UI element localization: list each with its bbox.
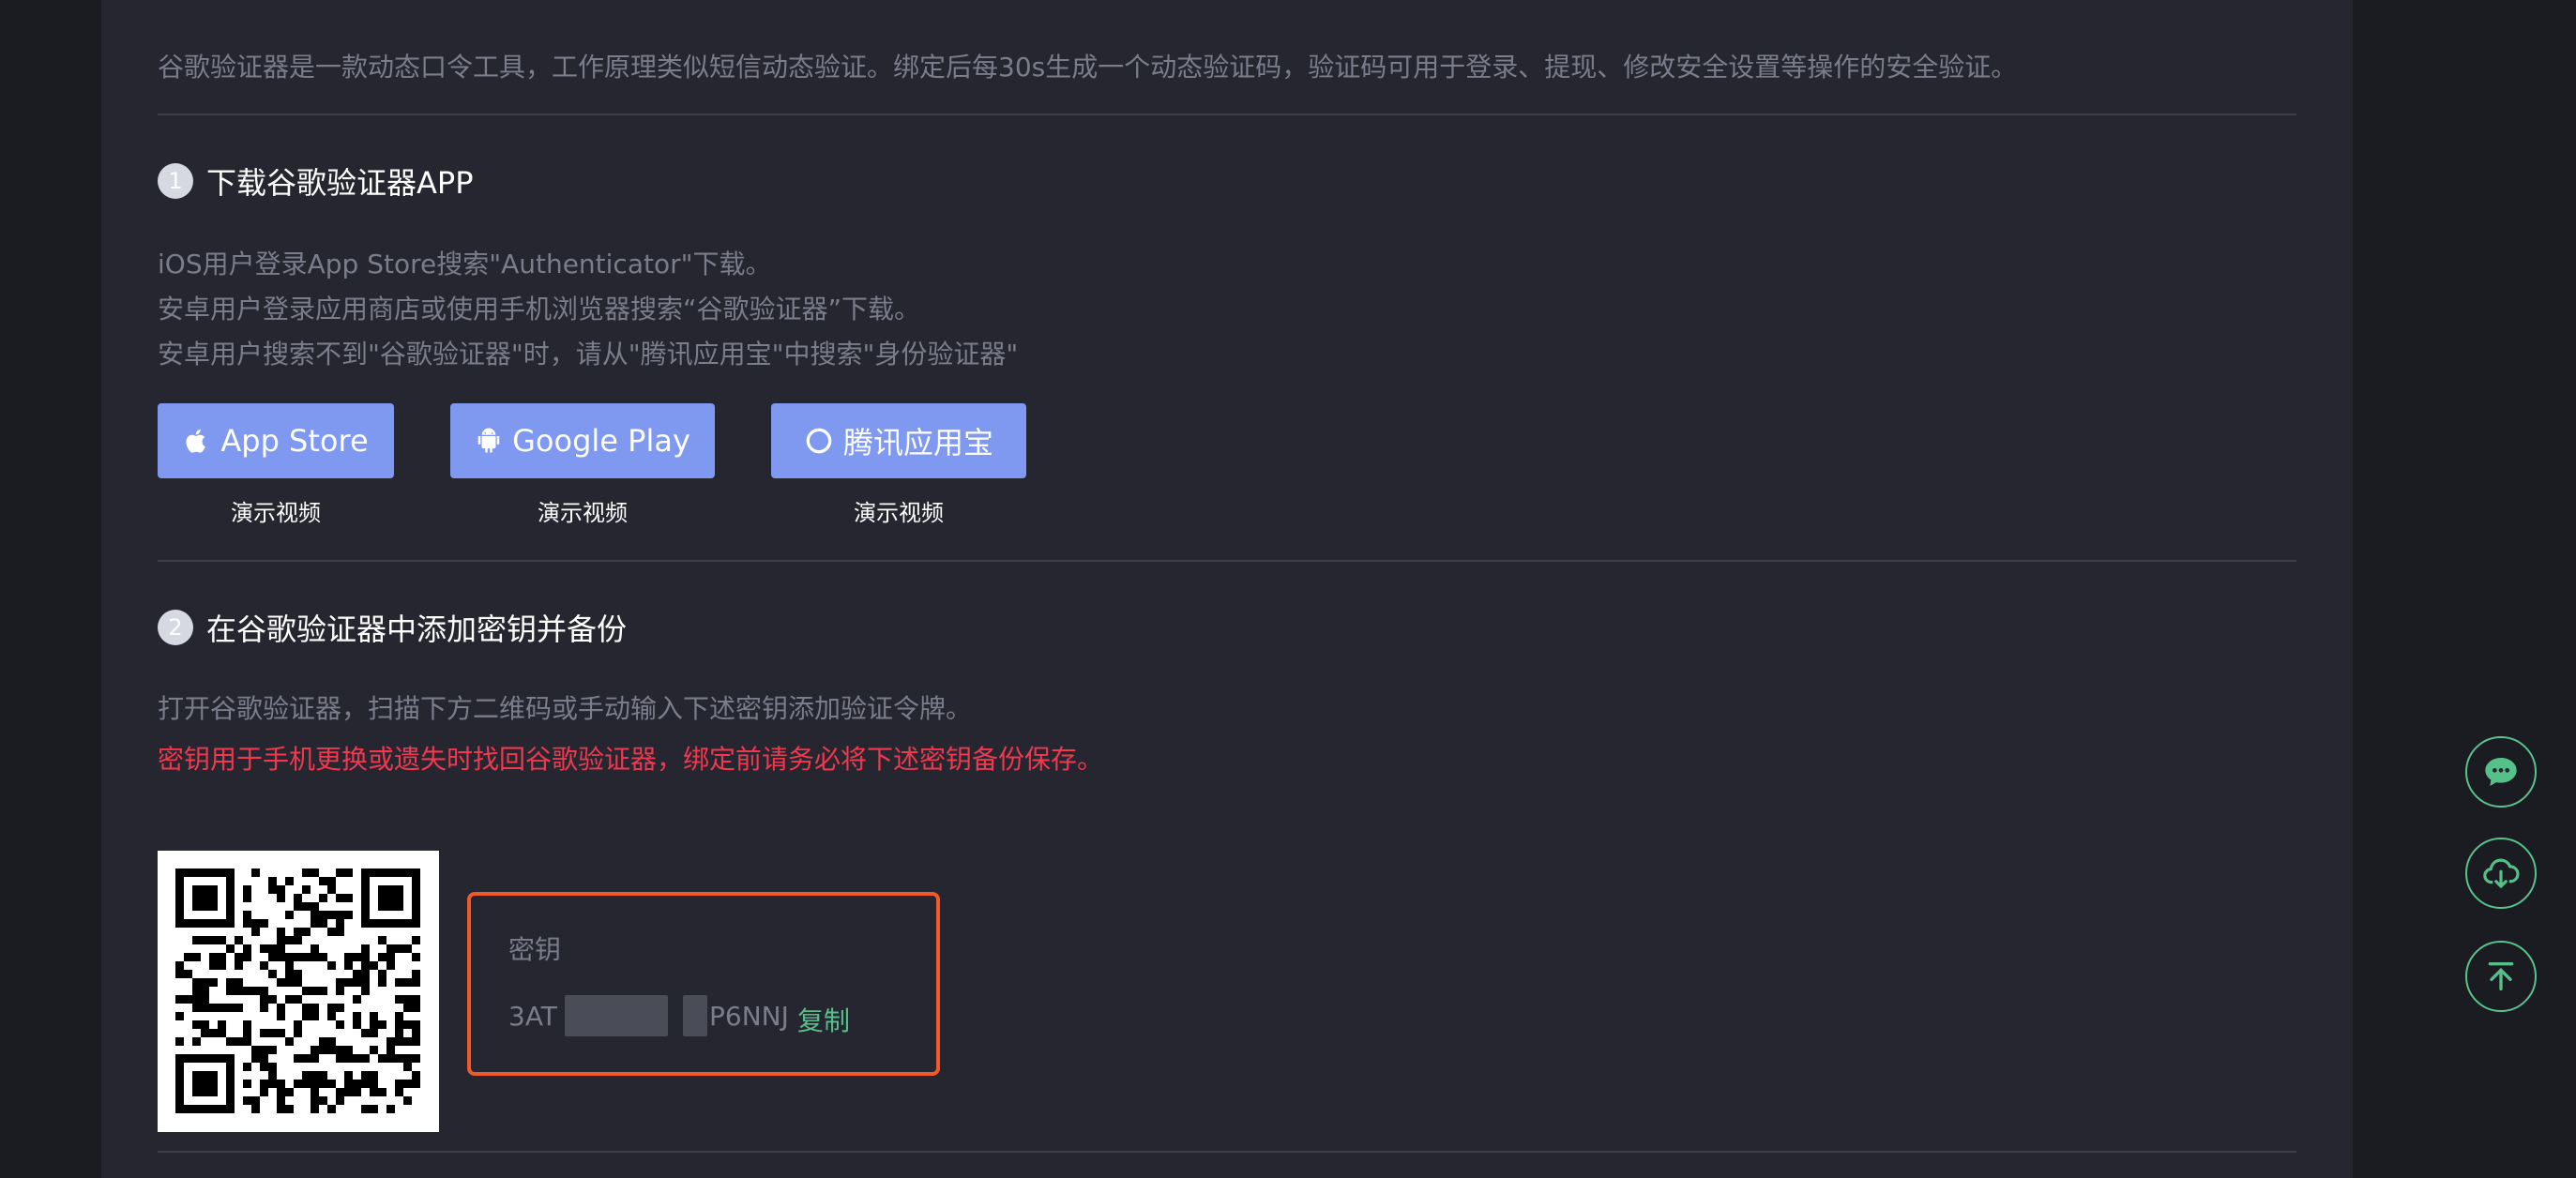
- chat-icon: [2485, 758, 2517, 786]
- step1-line-2: 安卓用户登录应用商店或使用手机浏览器搜索“谷歌验证器”下载。: [158, 294, 921, 325]
- step2-title: 2 在谷歌验证器中添加密钥并备份: [158, 606, 627, 649]
- page: 谷歌验证器是一款动态口令工具，工作原理类似短信动态验证。绑定后每30s生成一个动…: [0, 0, 2576, 1178]
- content-panel: 谷歌验证器是一款动态口令工具，工作原理类似短信动态验证。绑定后每30s生成一个动…: [101, 0, 2353, 1178]
- customer-service-button[interactable]: [2465, 736, 2537, 808]
- step1-line-3: 安卓用户搜索不到"谷歌验证器"时，请从"腾讯应用宝"中搜索"身份验证器": [158, 339, 1019, 370]
- redaction-block: [683, 995, 707, 1036]
- tencent-icon: [806, 428, 832, 454]
- app-store-button[interactable]: App Store: [158, 403, 394, 478]
- intro-text: 谷歌验证器是一款动态口令工具，工作原理类似短信动态验证。绑定后每30s生成一个动…: [158, 52, 2018, 83]
- google-play-label: Google Play: [512, 423, 690, 459]
- divider: [158, 113, 2296, 115]
- google-play-video-link[interactable]: 演示视频: [450, 494, 715, 527]
- secret-key-prefix: 3AT: [508, 1001, 557, 1032]
- copy-key-button[interactable]: 复制: [797, 1001, 850, 1038]
- app-store-video-link[interactable]: 演示视频: [158, 494, 394, 527]
- step2-line: 打开谷歌验证器，扫描下方二维码或手动输入下述密钥添加验证令牌。: [158, 693, 973, 724]
- secret-key-suffix: P6NNJ: [709, 1001, 789, 1032]
- secret-key-value: 3AT: [508, 1001, 557, 1032]
- step1-title: 1 下载谷歌验证器APP: [158, 159, 474, 203]
- redaction-block: [565, 995, 668, 1036]
- android-icon: [477, 428, 500, 453]
- step1-line-1: iOS用户登录App Store搜索"Authenticator"下载。: [158, 249, 772, 279]
- cloud-download-icon: [2483, 858, 2520, 889]
- google-play-button[interactable]: Google Play: [450, 403, 715, 478]
- app-store-label: App Store: [220, 423, 369, 459]
- download-app-button[interactable]: [2465, 838, 2537, 909]
- qr-code: [158, 851, 439, 1132]
- step2-title-text: 在谷歌验证器中添加密钥并备份: [206, 612, 628, 647]
- tencent-store-button[interactable]: 腾讯应用宝: [771, 403, 1026, 478]
- secret-key-label: 密钥: [508, 934, 562, 965]
- tencent-store-video-link[interactable]: 演示视频: [771, 494, 1026, 527]
- step2-badge: 2: [158, 610, 193, 645]
- divider: [158, 1151, 2296, 1153]
- divider: [158, 560, 2296, 562]
- back-to-top-icon: [2488, 962, 2514, 990]
- secret-key-box: 密钥 3AT P6NNJ 复制: [467, 892, 940, 1076]
- step1-badge: 1: [158, 163, 193, 199]
- tencent-store-label: 腾讯应用宝: [842, 425, 993, 461]
- apple-icon: [186, 429, 206, 453]
- back-to-top-button[interactable]: [2465, 941, 2537, 1012]
- qr-code-image: [175, 868, 420, 1113]
- step1-title-text: 下载谷歌验证器APP: [206, 165, 474, 201]
- backup-warning: 密钥用于手机更换或遗失时找回谷歌验证器，绑定前请务必将下述密钥备份保存。: [158, 744, 1104, 775]
